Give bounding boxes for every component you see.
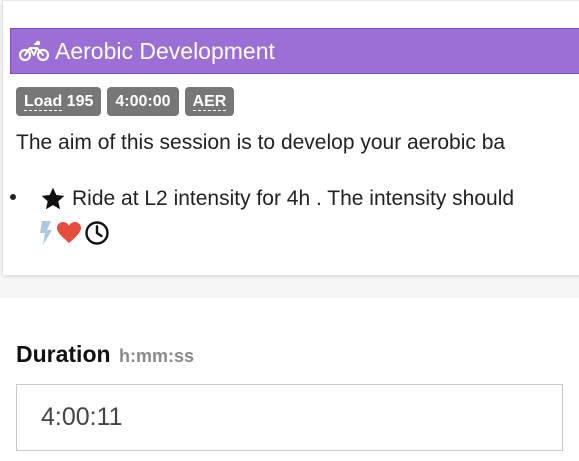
- heart-icon: [57, 222, 81, 243]
- step-metric-icons: [38, 220, 110, 246]
- duration-label-text: Duration: [16, 341, 111, 367]
- duration-badge-value: 4:00:00: [115, 93, 171, 110]
- zone-badge-abbr: AER: [192, 93, 227, 111]
- duration-input[interactable]: [16, 384, 563, 451]
- workout-page: Aerobic Development Load 195 4:00:00 AER…: [0, 0, 579, 461]
- workout-title: Aerobic Development: [55, 37, 275, 64]
- workout-header: Aerobic Development: [10, 28, 579, 74]
- zone-badge: AER: [184, 87, 235, 116]
- load-badge-value: 195: [66, 93, 94, 110]
- load-badge-abbr: Load: [24, 93, 63, 111]
- duration-label: Duration h:mm:ss: [16, 341, 194, 368]
- duration-format-hint: h:mm:ss: [119, 346, 195, 366]
- bike-icon: [19, 40, 49, 62]
- duration-badge: 4:00:00: [107, 87, 179, 116]
- load-badge: Load 195: [16, 87, 102, 116]
- workout-description: The aim of this session is to develop yo…: [16, 131, 506, 154]
- clock-icon: [85, 221, 109, 245]
- step-item: Ride at L2 intensity for 4h . The intens…: [40, 186, 514, 212]
- badge-row: Load 195 4:00:00 AER: [16, 87, 235, 116]
- bullet-dot: [10, 194, 16, 200]
- bolt-icon: [40, 221, 52, 245]
- section-divider: [0, 280, 579, 298]
- step-text: Ride at L2 intensity for 4h . The intens…: [72, 187, 515, 210]
- star-icon: [41, 187, 65, 210]
